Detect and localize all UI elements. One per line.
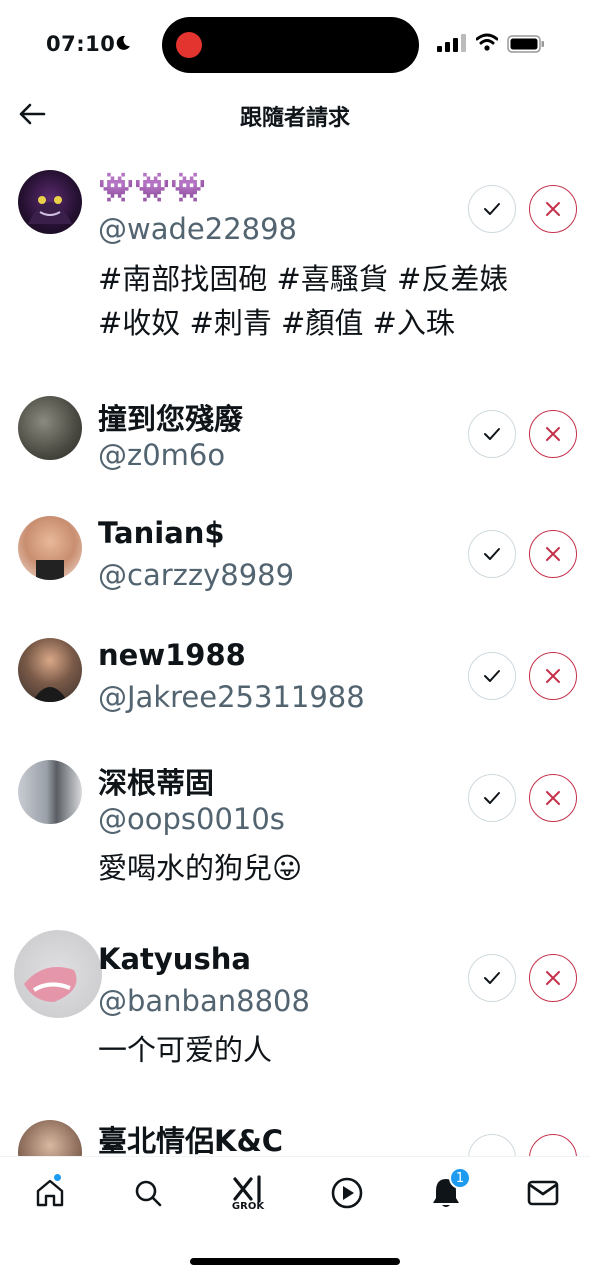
status-time: 07:10: [46, 32, 116, 56]
avatar-image: [24, 967, 77, 1002]
unread-dot: [53, 1173, 62, 1182]
nav-notifications[interactable]: 1: [421, 1167, 471, 1215]
display-name: Katyusha: [98, 942, 251, 976]
reject-button[interactable]: [529, 954, 577, 1002]
display-name: 臺北情侶K&C: [98, 1124, 284, 1156]
display-name: new1988: [98, 638, 246, 672]
video-icon: [331, 1177, 363, 1209]
close-icon: [546, 427, 560, 441]
display-name: 👾👾👾: [98, 170, 207, 204]
reject-button[interactable]: [529, 652, 577, 700]
avatar[interactable]: [18, 638, 82, 702]
avatar[interactable]: [18, 170, 82, 234]
grok-icon: [233, 1174, 261, 1203]
nav-search[interactable]: [123, 1171, 173, 1215]
avatar[interactable]: [18, 760, 82, 824]
bio-line: #收奴 #刺青 #顏值 #入珠: [98, 306, 455, 340]
wifi-icon: [476, 33, 498, 51]
checkmark-icon: [484, 972, 500, 984]
grok-label: GROK: [231, 1200, 265, 1212]
status-bar: 07:10: [0, 0, 590, 90]
reject-button[interactable]: [529, 530, 577, 578]
close-icon: [546, 547, 560, 561]
checkmark-icon: [484, 548, 500, 560]
reject-button[interactable]: [529, 410, 577, 458]
user-handle: @oops0010s: [98, 802, 285, 836]
nav-grok[interactable]: GROK: [223, 1171, 273, 1215]
cellular-signal-icon: [437, 34, 466, 52]
display-name: 深根蒂固: [98, 766, 215, 800]
close-icon: [546, 669, 560, 683]
accept-button[interactable]: [468, 185, 516, 233]
accept-button[interactable]: [468, 1134, 516, 1156]
recording-icon: [176, 32, 202, 58]
messages-icon: [527, 1180, 559, 1206]
nav-home[interactable]: [25, 1171, 75, 1215]
reject-button[interactable]: [529, 774, 577, 822]
avatar[interactable]: [18, 1120, 82, 1156]
close-icon: [546, 202, 560, 216]
moon-icon: [116, 35, 130, 50]
follower-request-list: 👾👾👾 @wade22898 #南部找固砲 #喜騷貨 #反差婊 #收奴 #刺青 …: [0, 140, 590, 1156]
accept-button[interactable]: [468, 652, 516, 700]
notification-badge: 1: [449, 1167, 471, 1189]
avatar[interactable]: [18, 396, 82, 460]
close-icon: [546, 791, 560, 805]
dynamic-island: [162, 17, 419, 73]
nav-messages[interactable]: [518, 1171, 568, 1215]
display-name: Tanian$: [98, 516, 225, 550]
checkmark-icon: [484, 203, 500, 215]
display-name: 撞到您殘廢: [98, 402, 244, 436]
user-handle: @banban8808: [98, 984, 310, 1018]
header: 跟隨者請求: [0, 90, 590, 140]
avatar[interactable]: [18, 516, 82, 580]
checkmark-icon: [484, 670, 500, 682]
nav-video[interactable]: [322, 1171, 372, 1215]
home-icon: [36, 1179, 64, 1207]
close-icon: [546, 971, 560, 985]
accept-button[interactable]: [468, 530, 516, 578]
checkmark-icon: [484, 792, 500, 804]
accept-button[interactable]: [468, 954, 516, 1002]
avatar-image: [32, 687, 68, 702]
battery-icon: [507, 35, 544, 53]
user-handle: @Jakree25311988: [98, 680, 365, 714]
page-title: 跟隨者請求: [239, 106, 350, 131]
home-indicator[interactable]: [190, 1258, 400, 1265]
accept-button[interactable]: [468, 774, 516, 822]
user-handle: @z0m6o: [98, 438, 226, 472]
avatar[interactable]: [14, 930, 102, 1018]
reject-button[interactable]: [529, 1134, 577, 1156]
user-handle: @wade22898: [98, 212, 297, 246]
accept-button[interactable]: [468, 410, 516, 458]
user-handle: @carzzy8989: [98, 558, 295, 592]
avatar-image: [36, 560, 64, 580]
bio-line: 愛喝水的狗兒😛: [98, 851, 303, 885]
search-icon: [135, 1180, 162, 1207]
checkmark-icon: [484, 428, 500, 440]
reject-button[interactable]: [529, 185, 577, 233]
avatar-image: [28, 196, 72, 224]
bio-line: #南部找固砲 #喜騷貨 #反差婊: [98, 262, 509, 296]
bio-line: 一个可爱的人: [98, 1033, 273, 1067]
